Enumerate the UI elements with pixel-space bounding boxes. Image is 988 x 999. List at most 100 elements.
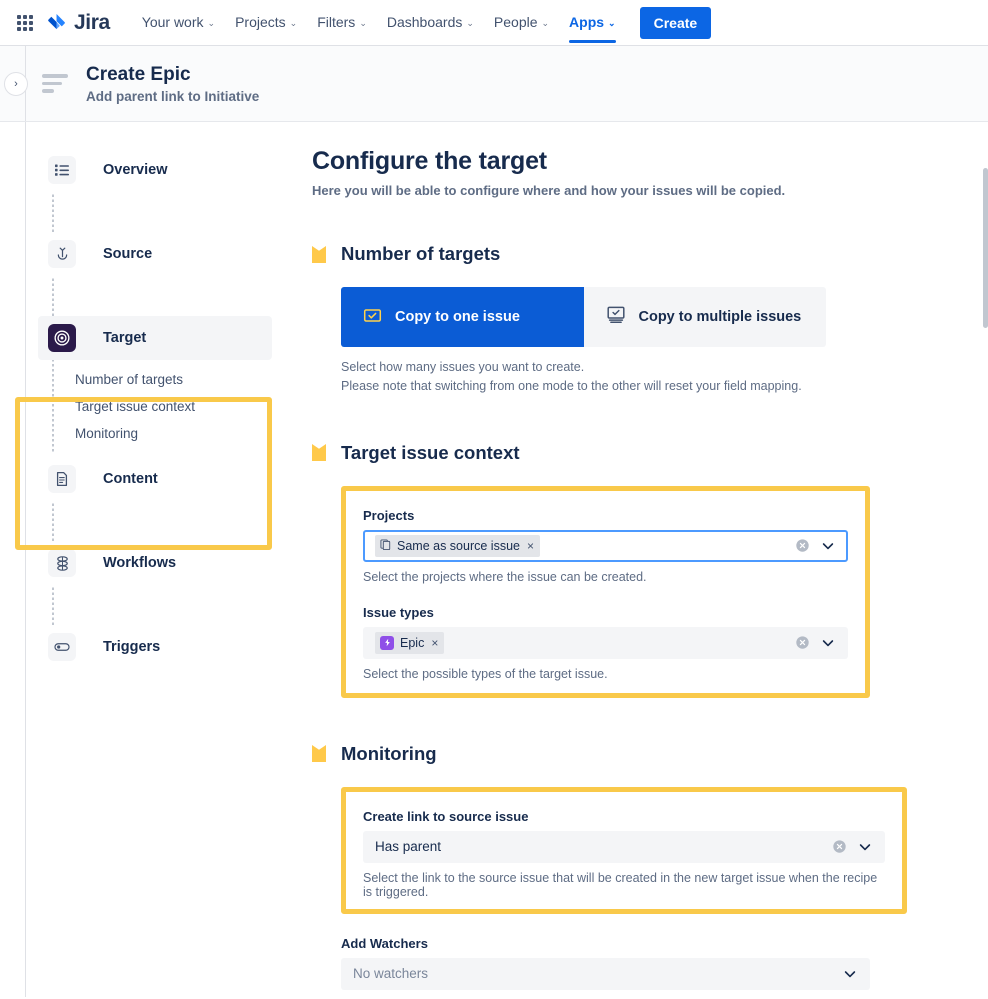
- sidebar-subitem-target-issue-context[interactable]: Target issue context: [0, 393, 300, 420]
- page-subtitle: Add parent link to Initiative: [86, 89, 260, 105]
- projects-field-label: Projects: [363, 507, 415, 523]
- sidebar-item-label: Source: [103, 246, 153, 262]
- nav-item-label: People: [493, 14, 538, 30]
- create-button[interactable]: Create: [639, 6, 712, 39]
- highlight-box-target-issue-context: Projects Same as source issue × Select t…: [341, 485, 870, 698]
- primary-nav-items: Your work ⌄ Projects ⌄ Filters ⌄ Dashboa…: [132, 2, 626, 43]
- subitem-connector: [52, 360, 54, 453]
- add-watchers-placeholder: No watchers: [353, 966, 429, 982]
- copy-to-multiple-issues-button[interactable]: Copy to multiple issues: [583, 287, 826, 347]
- tag-label: Same as source issue: [397, 538, 520, 553]
- trigger-toggle-icon: [48, 633, 76, 661]
- chevron-down-icon: ⌄: [608, 17, 616, 28]
- number-of-targets-body: Copy to one issue Copy to multiple issue…: [341, 287, 988, 397]
- sidebar-item-label: Workflows: [103, 555, 177, 571]
- sidebar-item-target[interactable]: Target: [38, 316, 272, 360]
- copy-to-one-issue-button[interactable]: Copy to one issue: [341, 287, 584, 347]
- section-title: Monitoring: [341, 742, 437, 764]
- sidebar-subitem-number-of-targets[interactable]: Number of targets: [0, 366, 300, 393]
- nav-item-your-work[interactable]: Your work ⌄: [132, 2, 225, 43]
- section-title: Number of targets: [341, 243, 501, 264]
- chevron-down-icon[interactable]: [857, 839, 873, 855]
- chevron-down-icon[interactable]: [820, 635, 836, 651]
- single-card-check-icon: [363, 306, 382, 329]
- sidebar-item-triggers[interactable]: Triggers: [38, 625, 272, 669]
- nav-item-filters[interactable]: Filters ⌄: [307, 2, 377, 43]
- sidebar-expand-button[interactable]: ›: [4, 72, 28, 96]
- sidebar-item-label: Triggers: [103, 639, 161, 655]
- grid-apps-icon[interactable]: [14, 12, 36, 34]
- page-scrollbar[interactable]: [983, 168, 988, 328]
- workflow-stack-icon: [48, 549, 76, 577]
- jira-wordmark: Jira: [74, 10, 110, 34]
- section-title: Target issue context: [341, 441, 520, 463]
- clear-selection-icon[interactable]: [795, 538, 810, 553]
- page-title: Create Epic: [86, 63, 191, 85]
- nav-item-label: Filters: [317, 14, 356, 30]
- monitoring-rest: Add Watchers No watchers Select which us…: [341, 936, 870, 999]
- sidebar-item-label: Content: [103, 471, 158, 487]
- source-sync-icon: [48, 240, 76, 268]
- main-title: Configure the target: [312, 147, 547, 175]
- highlight-box-monitoring-link: Create link to source issue Has parent S…: [341, 786, 907, 914]
- sidebar-item-label: Target: [103, 330, 147, 346]
- number-of-targets-helper: Select how many issues you want to creat…: [341, 358, 988, 397]
- sidebar-item-content[interactable]: Content: [38, 457, 272, 501]
- issue-types-select[interactable]: Epic ×: [363, 626, 848, 659]
- copy-pages-icon: [380, 539, 391, 553]
- chevron-down-icon: ⌄: [207, 17, 216, 28]
- clear-selection-icon[interactable]: [795, 635, 810, 650]
- chevron-down-icon: ⌄: [289, 17, 298, 28]
- top-navigation-bar: Jira Your work ⌄ Projects ⌄ Filters ⌄ Da…: [0, 0, 988, 45]
- helper-line-2: Please note that switching from one mode…: [341, 379, 802, 394]
- section-header-monitoring: Monitoring: [312, 743, 988, 765]
- epic-bolt-icon: [380, 635, 394, 650]
- projects-field-help: Select the projects where the issue can …: [363, 569, 647, 584]
- tag-label: Epic: [400, 635, 425, 650]
- page-header: › Create Epic Add parent link to Initiat…: [0, 45, 988, 122]
- nav-item-dashboards[interactable]: Dashboards ⌄: [377, 2, 484, 43]
- create-link-select[interactable]: Has parent: [363, 830, 885, 863]
- create-link-field-label: Create link to source issue: [363, 808, 529, 824]
- sidebar-item-label: Overview: [103, 162, 168, 178]
- remove-tag-icon[interactable]: ×: [431, 636, 438, 650]
- sidebar-subitem-monitoring[interactable]: Monitoring: [0, 420, 300, 447]
- issue-types-selected-tag: Epic ×: [375, 631, 445, 654]
- stacked-cards-check-icon: [606, 305, 626, 329]
- remove-tag-icon[interactable]: ×: [527, 539, 534, 553]
- mode-button-label: Copy to one issue: [395, 309, 520, 325]
- chevron-down-icon[interactable]: [842, 966, 858, 982]
- create-link-field-help: Select the link to the source issue that…: [363, 870, 878, 899]
- target-bullseye-icon: [48, 324, 76, 352]
- nav-item-projects[interactable]: Projects ⌄: [225, 2, 307, 43]
- step-connector: [52, 501, 54, 541]
- jira-mark-icon: [46, 12, 68, 34]
- step-connector: [52, 585, 54, 625]
- chevron-down-icon: ⌄: [541, 17, 550, 28]
- projects-select[interactable]: Same as source issue ×: [363, 529, 848, 562]
- add-watchers-field-label: Add Watchers: [341, 935, 428, 951]
- sidebar-item-workflows[interactable]: Workflows: [38, 541, 272, 585]
- nav-item-label: Your work: [141, 14, 204, 30]
- page-body: Overview Source Target Number of targets…: [0, 122, 988, 999]
- sidebar-item-overview[interactable]: Overview: [38, 148, 272, 192]
- nav-item-label: Apps: [569, 14, 605, 30]
- section-header-target-issue-context: Target issue context: [312, 442, 988, 464]
- step-connector: [52, 276, 54, 316]
- mode-button-label: Copy to multiple issues: [638, 309, 802, 325]
- main-content: Configure the target Here you will be ab…: [300, 122, 988, 999]
- nav-item-people[interactable]: People ⌄: [484, 2, 559, 43]
- add-watchers-select[interactable]: No watchers: [341, 957, 870, 990]
- issue-types-field-help: Select the possible types of the target …: [363, 666, 608, 681]
- flag-bookmark-icon: [312, 246, 326, 263]
- main-subtitle: Here you will be able to configure where…: [312, 183, 786, 198]
- nav-item-apps[interactable]: Apps ⌄: [559, 2, 626, 43]
- page-header-text: Create Epic Add parent link to Initiativ…: [86, 63, 259, 105]
- clear-selection-icon[interactable]: [832, 839, 847, 854]
- sidebar-item-source[interactable]: Source: [38, 232, 272, 276]
- projects-selected-tag: Same as source issue ×: [375, 534, 540, 557]
- wizard-step-sidebar: Overview Source Target Number of targets…: [0, 122, 300, 997]
- chevron-down-icon[interactable]: [820, 538, 836, 554]
- jira-logo[interactable]: Jira: [46, 11, 110, 35]
- nav-item-label: Projects: [235, 14, 286, 30]
